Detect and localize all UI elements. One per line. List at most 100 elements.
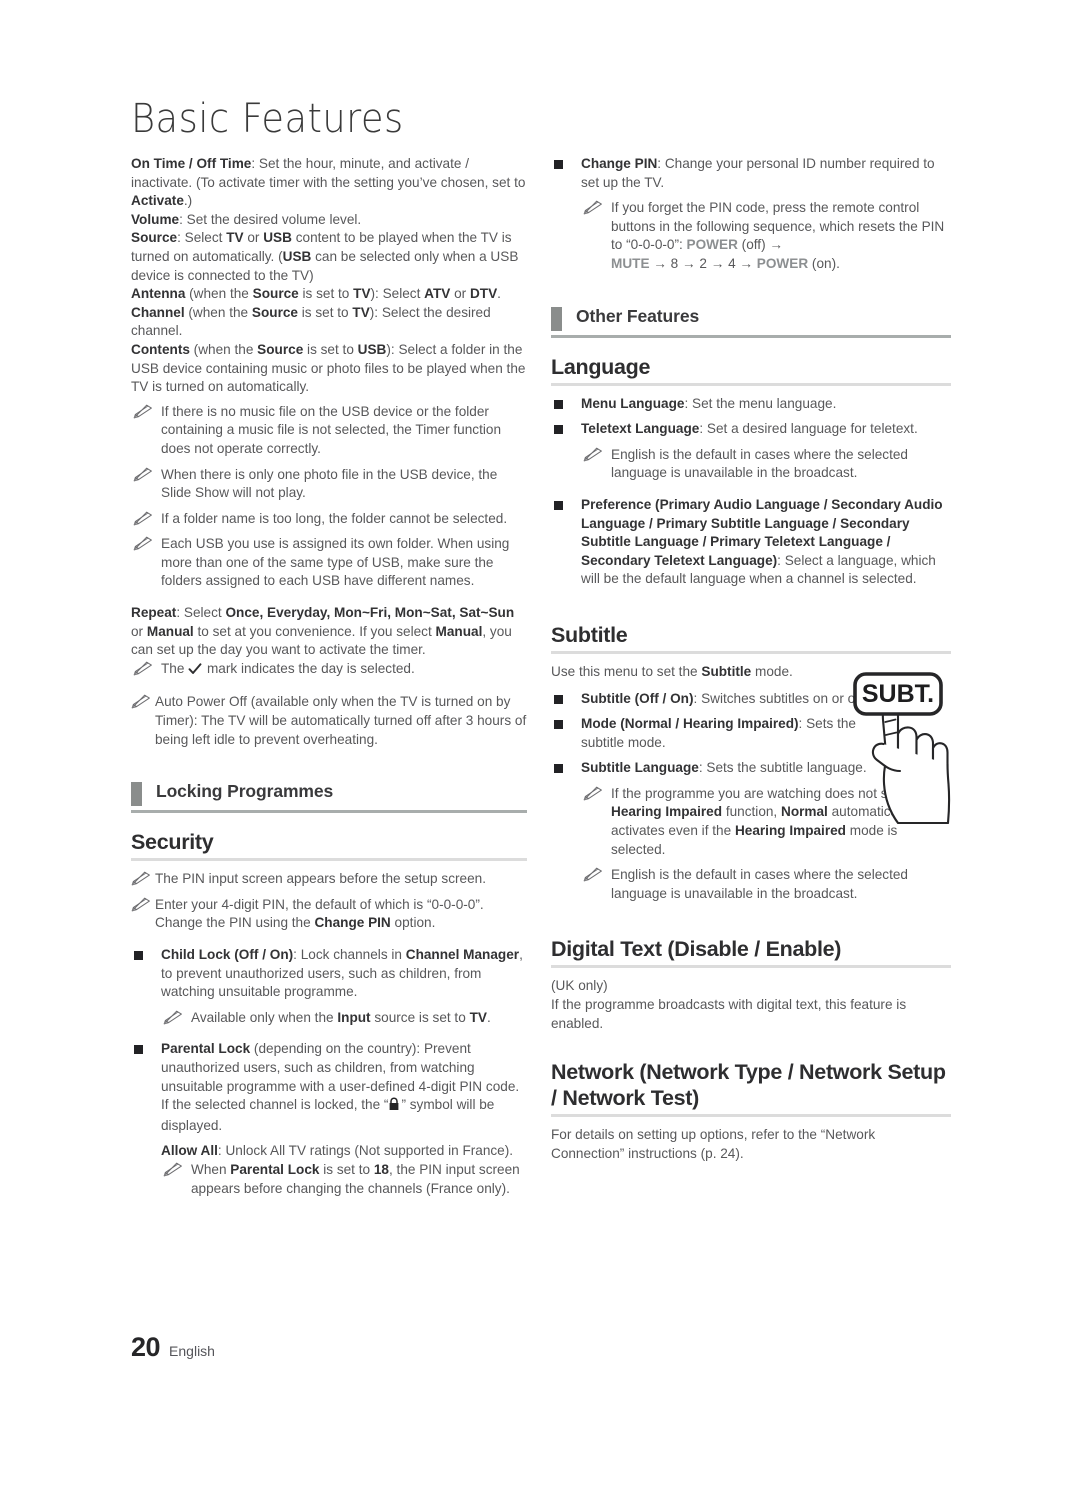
tv-bold: TV	[469, 1009, 487, 1025]
on-off-time-end: .)	[183, 193, 193, 209]
allow-all-text: : Unlock All TV ratings (Not supported i…	[217, 1143, 514, 1159]
heading-digital-text: Digital Text (Disable / Enable)	[551, 936, 951, 969]
black-square-bullet-icon	[554, 399, 563, 409]
subtitle-english-note-text: English is the default in cases where th…	[611, 867, 908, 901]
pencil-note-icon	[581, 786, 603, 801]
black-square-bullet-icon	[554, 425, 563, 435]
section-header-locking-programmes: Locking Programmes	[131, 781, 527, 814]
channel-tv: TV	[352, 304, 370, 320]
repeat-text-2: or	[131, 623, 147, 639]
source-usb: USB	[263, 230, 292, 246]
teletext-language-note-text: English is the default in cases where th…	[611, 446, 908, 481]
allow-all-paragraph: Allow All: Unlock All TV ratings (Not su…	[131, 1142, 527, 1161]
bullet-subtitle-language: Subtitle Language: Sets the subtitle lan…	[551, 759, 881, 778]
repeat-text-3: to set at you convenience. If you select	[193, 623, 436, 639]
teletext-language-label: Teletext Language	[581, 421, 700, 437]
bullet-teletext-language: Teletext Language: Set a desired languag…	[551, 420, 951, 439]
contents-text-1: (when the	[189, 341, 258, 357]
antenna-text-4: or	[450, 286, 470, 302]
source-text-1: : Select	[177, 230, 227, 246]
usb-note: If there is no music file on the USB dev…	[131, 403, 527, 459]
page-language: English	[169, 1343, 215, 1359]
black-square-bullet-icon	[134, 951, 143, 960]
bullet-subtitle-mode: Mode (Normal / Hearing Impaired): Sets t…	[551, 715, 881, 752]
volume-label: Volume	[131, 211, 180, 227]
black-square-bullet-icon	[554, 720, 563, 730]
section-rule	[131, 810, 527, 814]
black-square-bullet-icon	[554, 764, 563, 774]
contents-usb: USB	[357, 341, 387, 357]
antenna-tv: TV	[353, 286, 371, 302]
bullet-subtitle-on-off: Subtitle (Off / On): Switches subtitles …	[551, 690, 881, 709]
key-sequence: → 8 → 2 → 4 →	[649, 255, 757, 271]
teletext-language-text: : Set a desired language for teletext.	[699, 421, 918, 437]
source-tv: TV	[226, 230, 244, 246]
power-key-label-2: POWER	[756, 255, 809, 271]
child-lock-text-1: : Lock channels in	[293, 947, 406, 962]
usb-note-text: When there is only one photo file in the…	[161, 466, 498, 501]
page-number: 20	[131, 1332, 161, 1362]
contents-text-2: is set to	[303, 341, 358, 357]
section-tab-icon	[131, 782, 142, 807]
child-lock-note-2: source is set to	[370, 1009, 470, 1025]
subtitle-language-label: Subtitle Language	[581, 760, 699, 776]
source-paragraph: Source: Select TV or USB content to be p…	[131, 229, 527, 285]
heading-subtitle: Subtitle	[551, 622, 951, 654]
power-key-label: POWER	[686, 237, 738, 253]
child-lock-label: Child Lock (Off / On)	[161, 947, 294, 962]
antenna-text-2: is set to	[298, 286, 354, 302]
teletext-language-note: English is the default in cases where th…	[581, 446, 951, 483]
antenna-label: Antenna	[131, 286, 186, 302]
channel-text-1: (when the	[184, 304, 252, 320]
change-pin-label: Change PIN	[581, 156, 658, 171]
usb-note: If a folder name is too long, the folder…	[131, 510, 527, 529]
security-pin-note: Enter your 4-digit PIN, the default of w…	[131, 896, 527, 933]
subtitle-intro-1: Use this menu to set the	[551, 663, 702, 679]
repeat-manual-2: Manual	[435, 623, 483, 639]
antenna-text-5: .	[497, 286, 501, 302]
pencil-note-icon	[131, 661, 153, 676]
normal-bold: Normal	[781, 804, 828, 820]
pencil-note-icon	[131, 404, 153, 419]
usb-note-text: Each USB you use is assigned its own fol…	[161, 536, 510, 589]
section-header-label: Locking Programmes	[156, 781, 334, 802]
subtitle-intro-2: mode.	[751, 663, 793, 679]
hearing-impaired-bold-1: Hearing Impaired	[611, 804, 723, 820]
input-bold: Input	[337, 1009, 371, 1025]
volume-paragraph: Volume: Set the desired volume level.	[131, 211, 527, 230]
usb-note-text: If a folder name is too long, the folder…	[161, 510, 508, 526]
auto-power-off-text: Auto Power Off (available only when the …	[155, 694, 527, 747]
security-note-text: The PIN input screen appears before the …	[155, 871, 486, 887]
subtitle-language-text: : Sets the subtitle language.	[698, 760, 867, 776]
menu-language-text: : Set the menu language.	[684, 395, 837, 411]
subtitle-mode-label: Mode (Normal / Hearing Impaired)	[581, 716, 799, 732]
hearing-impaired-bold-2: Hearing Impaired	[734, 823, 846, 839]
parental-lock-bold: Parental Lock	[230, 1161, 320, 1177]
child-lock-note-1: Available only when the	[191, 1009, 338, 1025]
channel-manager-bold: Channel Manager	[405, 947, 520, 962]
child-lock-note: Available only when the Input source is …	[161, 1009, 527, 1028]
parental-lock-note-1: When	[191, 1161, 231, 1177]
channel-label: Channel	[131, 304, 185, 320]
black-square-bullet-icon	[554, 694, 563, 704]
change-pin-note: If you forget the PIN code, press the re…	[581, 199, 951, 273]
right-column: Change PIN: Change your personal ID numb…	[551, 155, 951, 1163]
bullet-child-lock: Child Lock (Off / On): Lock channels in …	[131, 946, 527, 1002]
pencil-note-icon	[131, 467, 153, 482]
subtitle-onoff-text: : Switches subtitles on or off.	[693, 690, 867, 706]
repeat-paragraph: Repeat: Select Once, Everyday, Mon~Fri, …	[131, 604, 527, 660]
section-header-label: Other Features	[576, 305, 700, 326]
network-body: For details on setting up options, refer…	[551, 1127, 876, 1161]
manual-page: Basic Features On Time / Off Time: Set t…	[0, 0, 1080, 1494]
repeat-note-post: mark indicates the day is selected.	[203, 660, 415, 676]
pencil-note-icon	[129, 694, 151, 709]
pencil-note-icon	[161, 1162, 183, 1177]
menu-language-label: Menu Language	[581, 395, 685, 411]
parental-lock-note: When Parental Lock is set to 18, the PIN…	[161, 1161, 527, 1198]
channel-text-2: is set to	[297, 304, 353, 320]
source-label: Source	[131, 230, 178, 246]
pencil-note-icon	[581, 447, 603, 462]
antenna-dtv: DTV	[469, 286, 498, 302]
pencil-note-icon	[131, 511, 153, 526]
security-pin-text-2: option.	[390, 915, 436, 931]
